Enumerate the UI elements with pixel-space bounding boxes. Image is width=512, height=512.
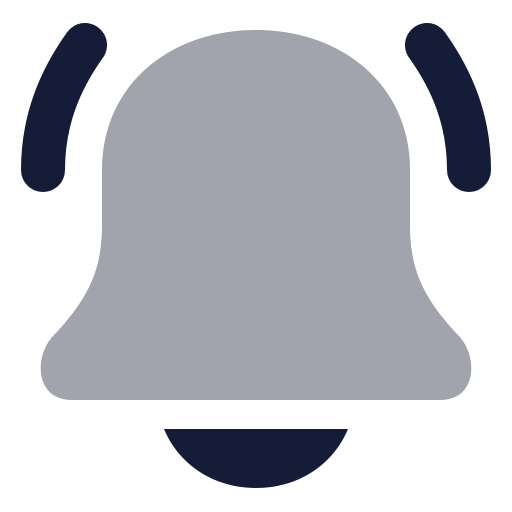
bell-clapper [164,429,348,488]
ring-wave-left [21,23,107,192]
bell-body [40,30,472,400]
ring-wave-right [405,23,491,192]
bell-ringing-icon [21,23,491,488]
icon-canvas [0,0,512,512]
